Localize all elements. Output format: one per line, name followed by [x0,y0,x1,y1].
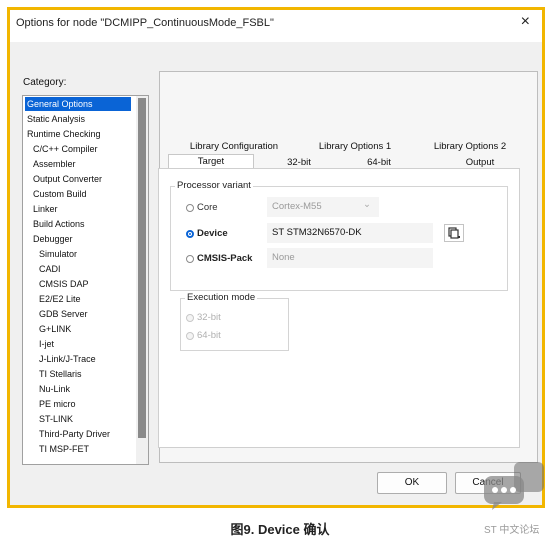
category-item-jlink[interactable]: J-Link/J-Trace [37,352,98,366]
category-item-e2-lite[interactable]: E2/E2 Lite [37,292,83,306]
category-item-assembler[interactable]: Assembler [31,157,78,171]
dialog-title: Options for node "DCMIPP_ContinuousMode_… [16,17,274,29]
category-item-cmsis-dap[interactable]: CMSIS DAP [37,277,91,291]
core-radio[interactable] [186,204,194,212]
category-item-gdb-server[interactable]: GDB Server [37,307,90,321]
tab-library-options-2[interactable]: Library Options 2 [422,140,518,154]
device-select-button[interactable] [444,224,464,242]
category-item-nu-link[interactable]: Nu-Link [37,382,72,396]
category-item-glink[interactable]: G+LINK [37,322,73,336]
device-label: Device [197,228,228,239]
category-item-build-actions[interactable]: Build Actions [31,217,87,231]
32-bit-label: 32-bit [197,312,221,323]
category-label: Category: [23,77,67,88]
core-dropdown[interactable]: Cortex-M55 ⌄ [267,197,379,217]
core-value: Cortex-M55 [272,201,322,212]
64-bit-label: 64-bit [197,330,221,341]
category-item-custom-build[interactable]: Custom Build [31,187,89,201]
category-item-static-analysis[interactable]: Static Analysis [25,112,87,126]
watermark-text: ST 中文论坛 [484,525,540,536]
category-item-i-jet[interactable]: I-jet [37,337,56,351]
category-item-ti-msp-fet[interactable]: TI MSP-FET [37,442,91,456]
processor-variant-label: Processor variant [175,180,253,191]
execution-mode-label: Execution mode [185,292,258,303]
execution-mode-group [180,298,289,351]
chevron-down-icon: ⌄ [363,199,371,210]
tab-target[interactable]: Target [168,154,254,169]
cmsis-pack-label: CMSIS-Pack [197,253,253,264]
device-select-icon [448,227,460,239]
category-item-runtime-checking[interactable]: Runtime Checking [25,127,103,141]
core-label: Core [197,202,218,213]
device-radio[interactable] [186,230,194,238]
category-item-compiler[interactable]: C/C++ Compiler [31,142,100,156]
category-item-debugger[interactable]: Debugger [31,232,75,246]
category-list[interactable]: General Options Static Analysis Runtime … [22,95,149,465]
category-item-general-options[interactable]: General Options [25,97,131,111]
title-bar: Options for node "DCMIPP_ContinuousMode_… [10,10,542,42]
category-item-st-link[interactable]: ST-LINK [37,412,75,426]
close-icon[interactable]: × [521,13,530,31]
device-field[interactable]: ST STM32N6570-DK [267,223,433,243]
category-item-pe-micro[interactable]: PE micro [37,397,78,411]
target-tab-content: Processor variant Core Cortex-M55 ⌄ Devi… [158,168,520,448]
category-scrollbar[interactable] [136,96,148,464]
category-item-third-party-driver[interactable]: Third-Party Driver [37,427,112,441]
64-bit-radio[interactable] [186,332,194,340]
cmsis-pack-radio[interactable] [186,255,194,263]
forum-logo-icon [484,462,544,510]
category-item-linker[interactable]: Linker [31,202,60,216]
ok-button[interactable]: OK [377,472,447,494]
figure-caption: 图9. Device 确认 [230,522,330,537]
category-item-output-converter[interactable]: Output Converter [31,172,104,186]
tab-library-options-1[interactable]: Library Options 1 [310,140,400,154]
cmsis-pack-field[interactable]: None [267,248,433,268]
cmsis-pack-value: None [272,252,295,263]
category-item-cadi[interactable]: CADI [37,262,63,276]
category-item-simulator[interactable]: Simulator [37,247,79,261]
category-scrollbar-thumb[interactable] [138,98,146,438]
tab-library-configuration[interactable]: Library Configuration [182,140,286,154]
32-bit-radio[interactable] [186,314,194,322]
category-item-ti-stellaris[interactable]: TI Stellaris [37,367,84,381]
device-value: ST STM32N6570-DK [272,227,362,238]
